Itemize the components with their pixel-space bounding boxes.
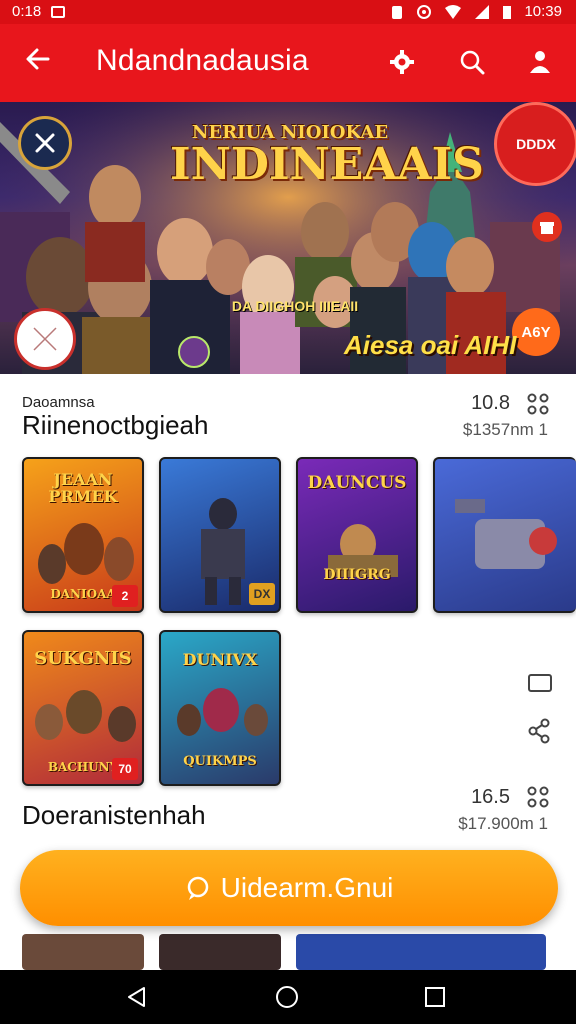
settings-button[interactable] (382, 42, 422, 82)
section-price: $1357nm 1 (462, 420, 548, 439)
card-title: DUNIVX (182, 650, 258, 669)
close-icon (35, 133, 55, 153)
triangle-back-icon (128, 987, 145, 1007)
game-card-peek[interactable] (296, 934, 546, 970)
banner-gift-icon (532, 212, 562, 242)
section-category: Daoamnsa (22, 394, 95, 411)
hero-banner[interactable]: NERIUA NIOIOKAE INDINEAAIS DA DIIGHOH II… (0, 102, 576, 374)
search-button[interactable] (452, 42, 492, 82)
game-card[interactable]: DX (159, 457, 281, 613)
emblem-icon (178, 336, 210, 368)
game-card[interactable] (433, 457, 576, 613)
section-title-2: Doeranistenhah (22, 800, 206, 830)
grid-view-icon[interactable] (527, 393, 549, 415)
status-time: 10:39 (524, 3, 562, 20)
card-badge: 2 (112, 585, 138, 607)
share-icon[interactable] (527, 718, 553, 744)
account-button[interactable] (520, 42, 560, 82)
section-count: 10.8 (471, 392, 510, 414)
banner-title-line2: INDINEAAIS (170, 139, 484, 190)
arrow-back-icon (26, 48, 50, 70)
card-caption: QUIKMPS (183, 754, 257, 769)
game-card[interactable]: JEAAN PRMEK DANIOAA 2 (22, 457, 144, 613)
wifi-icon (445, 4, 462, 19)
card-title: SUKGNIS (34, 648, 132, 669)
nav-recents-button[interactable] (420, 982, 450, 1012)
battery-saver-icon (392, 5, 403, 19)
alarm-icon (417, 4, 432, 19)
signal-icon (475, 4, 490, 19)
banner-title: NERIUA NIOIOKAE INDINEAAIS (170, 122, 484, 190)
card-title: DAUNCUS (307, 473, 407, 493)
card-badge: DX (249, 583, 275, 605)
section-title: Riinenoctbgieah (22, 410, 209, 440)
game-card-peek[interactable] (159, 934, 281, 970)
primary-action-label: Uidearm.Gnui (220, 872, 394, 903)
person-icon (530, 51, 550, 73)
banner-close-button[interactable] (18, 116, 72, 170)
cross-circle-icon (33, 327, 57, 351)
cast-icon[interactable] (527, 670, 553, 696)
banner-top-badge[interactable]: DDDX (494, 102, 576, 186)
circle-home-icon (276, 986, 298, 1008)
game-card[interactable]: DUNIVX QUIKMPS (159, 630, 281, 786)
search-icon (460, 50, 485, 75)
banner-bottom-badge[interactable]: A6Y (512, 308, 560, 356)
banner-video-button[interactable] (14, 308, 76, 370)
section-price-2: $17.900m 1 (458, 814, 548, 833)
nav-back-button[interactable] (122, 982, 152, 1012)
card-title: JEAAN PRMEK (48, 470, 118, 506)
app-bar: Ndandnadausia (0, 24, 576, 102)
card-caption: DIIIGRG (323, 567, 391, 583)
status-bar: 0:18 10:39 (0, 0, 576, 24)
back-button[interactable] (18, 42, 58, 82)
card-badge: 70 (112, 758, 138, 780)
game-card-peek[interactable] (22, 934, 144, 970)
grid-view-icon[interactable] (527, 786, 549, 808)
app-title: Ndandnadausia (96, 44, 309, 77)
banner-subtitle: DA DIIGHOH IIIEAII (231, 298, 359, 314)
game-card[interactable]: SUKGNIS BACHUNY 70 (22, 630, 144, 786)
primary-action-button[interactable]: Uidearm.Gnui (20, 850, 558, 926)
square-recents-icon (425, 987, 445, 1007)
battery-icon (503, 5, 512, 19)
section-count-2: 16.5 (471, 786, 510, 808)
banner-footer-text: Aiesa oai AIHI (344, 330, 517, 360)
chat-icon (187, 876, 208, 900)
gear-icon (390, 50, 414, 74)
game-card[interactable]: DAUNCUS DIIIGRG (296, 457, 418, 613)
status-time-left: 0:18 (12, 3, 42, 20)
nav-home-button[interactable] (272, 982, 302, 1012)
system-nav-bar (0, 970, 576, 1024)
notification-icon (51, 5, 66, 18)
card-artwork (455, 499, 557, 569)
